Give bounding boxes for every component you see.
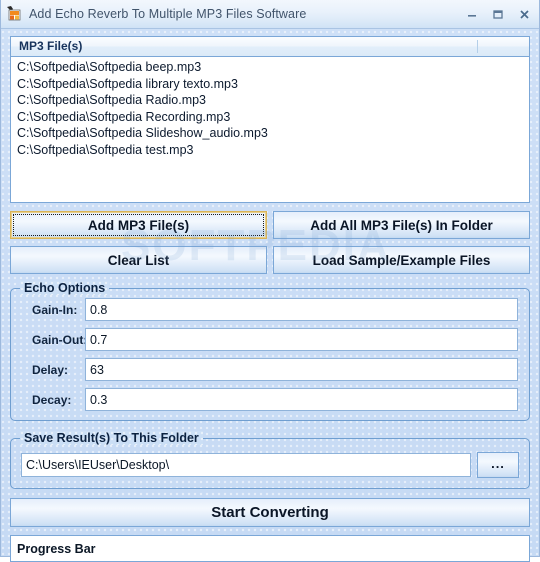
gain-out-input[interactable] bbox=[85, 328, 518, 351]
main-content: MP3 File(s) C:\Softpedia\Softpedia beep.… bbox=[1, 29, 539, 562]
button-row-list-actions: Clear List Load Sample/Example Files bbox=[10, 246, 530, 274]
title-bar: Add Echo Reverb To Multiple MP3 Files So… bbox=[1, 0, 539, 29]
delay-label: Delay: bbox=[32, 362, 69, 377]
save-folder-group: Save Result(s) To This Folder ... bbox=[10, 431, 530, 489]
list-item[interactable]: C:\Softpedia\Softpedia library texto.mp3 bbox=[11, 76, 529, 93]
echo-options-title: Echo Options bbox=[20, 281, 109, 295]
file-list-header: MP3 File(s) bbox=[11, 37, 529, 57]
field-row-gain-out: Gain-Out: bbox=[21, 328, 519, 351]
maximize-button[interactable] bbox=[485, 3, 511, 25]
add-mp3-files-button[interactable]: Add MP3 File(s) bbox=[10, 211, 267, 239]
load-sample-files-label: Load Sample/Example Files bbox=[312, 252, 491, 268]
delay-input[interactable] bbox=[85, 358, 518, 381]
decay-input[interactable] bbox=[85, 388, 518, 411]
list-item[interactable]: C:\Softpedia\Softpedia Recording.mp3 bbox=[11, 109, 529, 126]
application-window: Add Echo Reverb To Multiple MP3 Files So… bbox=[0, 0, 540, 562]
echo-options-group: Echo Options Gain-In: Gain-Out: Delay: D… bbox=[10, 281, 530, 421]
field-row-gain-in: Gain-In: bbox=[21, 298, 519, 321]
gain-in-label: Gain-In: bbox=[32, 302, 78, 317]
close-button[interactable] bbox=[511, 3, 537, 25]
list-item[interactable]: C:\Softpedia\Softpedia test.mp3 bbox=[11, 142, 529, 159]
gain-out-label: Gain-Out: bbox=[32, 332, 88, 347]
save-folder-row: ... bbox=[21, 452, 519, 478]
add-all-mp3-in-folder-button[interactable]: Add All MP3 File(s) In Folder bbox=[273, 211, 530, 239]
decay-label: Decay: bbox=[32, 392, 72, 407]
field-row-decay: Decay: bbox=[21, 388, 519, 411]
start-converting-label: Start Converting bbox=[211, 504, 329, 521]
mp3-file-list[interactable]: MP3 File(s) C:\Softpedia\Softpedia beep.… bbox=[10, 36, 530, 203]
progress-bar-label: Progress Bar bbox=[17, 541, 96, 556]
browse-folder-label: ... bbox=[491, 455, 505, 471]
app-icon bbox=[6, 5, 23, 22]
save-folder-title: Save Result(s) To This Folder bbox=[20, 431, 203, 445]
field-row-delay: Delay: bbox=[21, 358, 519, 381]
save-folder-input[interactable] bbox=[21, 453, 471, 477]
browse-folder-button[interactable]: ... bbox=[477, 452, 519, 478]
load-sample-files-button[interactable]: Load Sample/Example Files bbox=[273, 246, 530, 274]
start-converting-button[interactable]: Start Converting bbox=[10, 498, 530, 527]
window-title: Add Echo Reverb To Multiple MP3 Files So… bbox=[29, 7, 307, 21]
progress-bar: Progress Bar bbox=[10, 535, 530, 562]
minimize-button[interactable] bbox=[459, 3, 485, 25]
add-mp3-files-label: Add MP3 File(s) bbox=[87, 217, 190, 233]
column-header-mp3-files[interactable]: MP3 File(s) bbox=[11, 40, 478, 53]
add-all-mp3-in-folder-label: Add All MP3 File(s) In Folder bbox=[310, 217, 493, 233]
button-row-add: Add MP3 File(s) Add All MP3 File(s) In F… bbox=[10, 211, 530, 239]
list-item[interactable]: C:\Softpedia\Softpedia beep.mp3 bbox=[11, 59, 529, 76]
clear-list-label: Clear List bbox=[107, 252, 170, 268]
file-list-body: C:\Softpedia\Softpedia beep.mp3 C:\Softp… bbox=[11, 57, 529, 158]
gain-in-input[interactable] bbox=[85, 298, 518, 321]
clear-list-button[interactable]: Clear List bbox=[10, 246, 267, 274]
list-item[interactable]: C:\Softpedia\Softpedia Slideshow_audio.m… bbox=[11, 125, 529, 142]
list-item[interactable]: C:\Softpedia\Softpedia Radio.mp3 bbox=[11, 92, 529, 109]
